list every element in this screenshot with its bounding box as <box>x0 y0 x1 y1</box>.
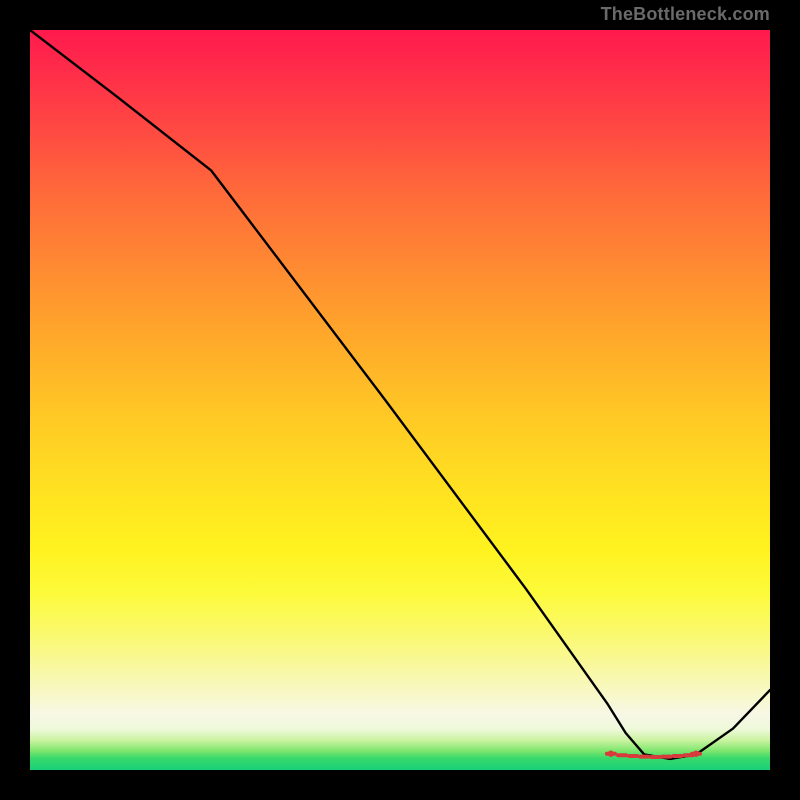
bottleneck-curve <box>30 30 770 759</box>
chart-container: TheBottleneck.com <box>0 0 800 800</box>
flat-markers <box>607 751 700 758</box>
plot-area <box>30 30 770 770</box>
curve-svg <box>30 30 770 770</box>
watermark-label: TheBottleneck.com <box>601 4 770 25</box>
flat-marker-end <box>608 751 614 757</box>
flat-marker-end <box>693 751 699 757</box>
